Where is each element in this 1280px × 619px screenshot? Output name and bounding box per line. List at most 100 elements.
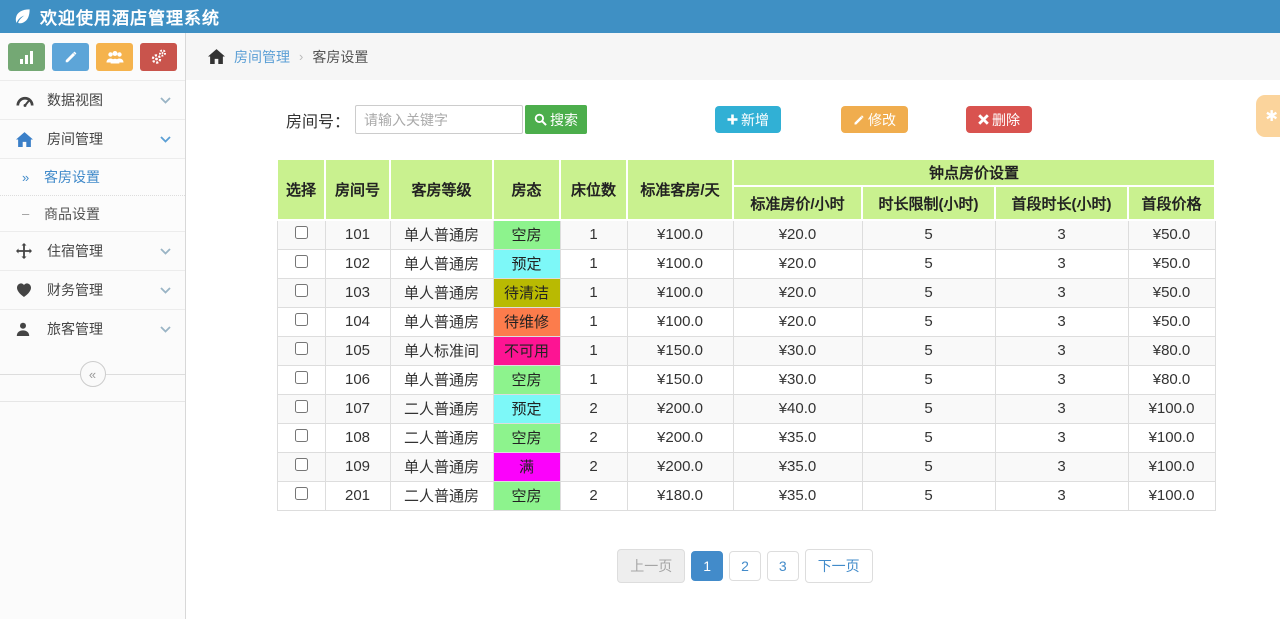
table-row: 106 单人普通房 空房 1 ¥150.0 ¥30.0 5 3 ¥80.0 <box>276 364 1216 395</box>
table-row: 103 单人普通房 待清洁 1 ¥100.0 ¥20.0 5 3 ¥50.0 <box>276 277 1216 308</box>
sidebar-item-accommodation[interactable]: 住宿管理 <box>0 231 185 270</box>
home-icon <box>16 131 38 147</box>
sidebar-item-room-management[interactable]: 房间管理 <box>0 119 185 158</box>
row-checkbox[interactable] <box>294 487 308 500</box>
cell-hour-price: ¥35.0 <box>732 480 863 511</box>
cell-room-number: 101 <box>324 219 391 250</box>
add-button[interactable]: 新增 <box>715 106 782 133</box>
cell-first-price: ¥50.0 <box>1127 306 1216 337</box>
cell-day-price: ¥150.0 <box>626 335 734 366</box>
col-header-first-price: 首段价格 <box>1126 185 1217 221</box>
cell-day-price: ¥180.0 <box>626 480 734 511</box>
cell-select <box>276 422 326 453</box>
cell-first-price: ¥80.0 <box>1127 335 1216 366</box>
search-icon <box>534 113 547 126</box>
row-checkbox[interactable] <box>294 371 308 384</box>
rooms-table-body: 101 单人普通房 空房 1 ¥100.0 ¥20.0 5 3 ¥50.0 10… <box>276 219 1216 511</box>
row-checkbox[interactable] <box>294 458 308 471</box>
cell-hour-price: ¥20.0 <box>732 277 863 308</box>
cell-select <box>276 277 326 308</box>
cell-beds: 1 <box>559 219 628 250</box>
floating-settings-tab[interactable]: ✱ <box>1256 95 1280 137</box>
cell-first-price: ¥80.0 <box>1127 364 1216 395</box>
row-checkbox[interactable] <box>294 255 308 268</box>
cell-room-status: 空房 <box>492 480 561 511</box>
page-button[interactable]: 3 <box>766 550 799 581</box>
search-input[interactable] <box>355 105 524 134</box>
cell-hour-limit: 5 <box>861 306 996 337</box>
sidebar-quick-buttons <box>0 33 185 80</box>
sidebar-item-product-settings[interactable]: – 商品设置 <box>0 195 185 231</box>
cell-first-price: ¥100.0 <box>1127 451 1216 482</box>
row-checkbox[interactable] <box>294 284 308 297</box>
sub-item-label: 商品设置 <box>44 205 100 222</box>
home-icon <box>208 49 225 64</box>
search-button-label: 搜索 <box>550 111 579 128</box>
chart-button[interactable] <box>8 43 45 71</box>
row-checkbox[interactable] <box>294 400 308 413</box>
cell-beds: 1 <box>559 335 628 366</box>
cell-room-status: 空房 <box>492 422 561 453</box>
pencil-icon <box>853 114 865 126</box>
cell-beds: 1 <box>559 364 628 395</box>
cell-beds: 1 <box>559 306 628 337</box>
users-button[interactable] <box>96 43 133 71</box>
cell-beds: 1 <box>559 277 628 308</box>
sidebar-item-guests[interactable]: 旅客管理 <box>0 309 185 348</box>
row-checkbox[interactable] <box>294 342 308 355</box>
cell-room-status: 不可用 <box>492 335 561 366</box>
next-page-button[interactable]: 下一页 <box>804 548 873 583</box>
cell-room-grade: 单人普通房 <box>389 364 494 395</box>
cell-hour-price: ¥40.0 <box>732 393 863 424</box>
move-icon <box>16 243 38 259</box>
cell-first-length: 3 <box>994 306 1129 337</box>
row-checkbox[interactable] <box>294 429 308 442</box>
sidebar-item-finance[interactable]: 财务管理 <box>0 270 185 309</box>
delete-button[interactable]: 删除 <box>966 106 1033 133</box>
cell-day-price: ¥100.0 <box>626 306 734 337</box>
settings-button[interactable] <box>140 43 177 71</box>
prev-page-button[interactable]: 上一页 <box>617 548 686 583</box>
cell-hour-limit: 5 <box>861 248 996 279</box>
cell-hour-price: ¥20.0 <box>732 219 863 250</box>
cell-select <box>276 219 326 250</box>
cell-day-price: ¥200.0 <box>626 451 734 482</box>
row-checkbox[interactable] <box>294 226 308 240</box>
cell-room-grade: 单人普通房 <box>389 248 494 279</box>
sidebar-menu: 数据视图 房间管理 » 客房设置 – 商品设置 住宿管理 财务管理 旅客管理 <box>0 80 185 348</box>
cell-hour-price: ¥30.0 <box>732 364 863 395</box>
gears-icon <box>150 49 167 65</box>
page-button[interactable]: 2 <box>729 550 761 581</box>
search-button[interactable]: 搜索 <box>525 105 588 134</box>
sidebar-collapse-button[interactable]: « <box>79 361 106 387</box>
cell-hour-limit: 5 <box>861 364 996 395</box>
cell-select <box>276 451 326 482</box>
edit-button[interactable] <box>52 43 89 71</box>
cell-room-number: 201 <box>324 480 391 511</box>
cell-first-price: ¥100.0 <box>1127 393 1216 424</box>
edit-button[interactable]: 修改 <box>841 106 909 133</box>
sidebar-item-label: 住宿管理 <box>47 243 103 259</box>
sidebar-item-data-view[interactable]: 数据视图 <box>0 80 185 119</box>
cell-first-length: 3 <box>994 248 1129 279</box>
cell-room-number: 106 <box>324 364 391 395</box>
chevron-down-icon <box>160 247 171 255</box>
cell-hour-limit: 5 <box>861 335 996 366</box>
cell-select <box>276 335 326 366</box>
table-row: 105 单人标准间 不可用 1 ¥150.0 ¥30.0 5 3 ¥80.0 <box>276 335 1216 366</box>
cell-hour-limit: 5 <box>861 480 996 511</box>
cell-room-number: 103 <box>324 277 391 308</box>
row-checkbox[interactable] <box>294 313 308 326</box>
room-management-submenu: » 客房设置 – 商品设置 <box>0 158 185 231</box>
cell-first-price: ¥50.0 <box>1127 248 1216 279</box>
cell-room-status: 预定 <box>492 248 561 279</box>
breadcrumb-section-link[interactable]: 房间管理 <box>234 47 290 67</box>
rooms-table: 选择 房间号 客房等级 房态 床位数 标准客房/天 钟点房价设置 标准房价/小时… <box>276 158 1217 511</box>
col-header-hour-price: 标准房价/小时 <box>732 185 863 221</box>
sidebar-item-room-settings[interactable]: » 客房设置 <box>0 159 185 195</box>
dashboard-icon <box>16 94 38 107</box>
cell-first-length: 3 <box>994 480 1129 511</box>
page-button[interactable]: 1 <box>691 550 724 581</box>
dash-icon: – <box>22 206 30 221</box>
cell-first-length: 3 <box>994 364 1129 395</box>
